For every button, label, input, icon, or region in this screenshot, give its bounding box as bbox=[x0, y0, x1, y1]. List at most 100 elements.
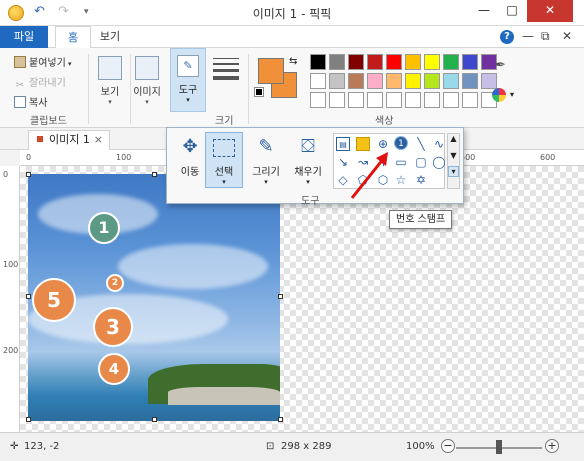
color-swatch[interactable] bbox=[424, 92, 440, 108]
color-swatch[interactable] bbox=[424, 54, 440, 70]
color-swatch[interactable] bbox=[443, 73, 459, 89]
copy-button[interactable]: 복사 bbox=[14, 94, 47, 109]
speech-bubble-icon[interactable]: ◯ bbox=[432, 155, 446, 169]
resize-handle[interactable] bbox=[152, 417, 157, 422]
clipboard-icon bbox=[14, 56, 26, 68]
color-swatch[interactable] bbox=[462, 92, 478, 108]
color-picker-wheel-icon[interactable] bbox=[492, 88, 506, 102]
resize-handle[interactable] bbox=[26, 417, 31, 422]
gallery-expand-icon[interactable]: ▾ bbox=[448, 166, 459, 177]
color-swatch[interactable] bbox=[367, 92, 383, 108]
select-tool-button[interactable]: 선택 ▾ bbox=[205, 132, 243, 188]
line-icon[interactable]: ╲ bbox=[414, 137, 428, 151]
resize-handle[interactable] bbox=[278, 417, 283, 422]
swap-colors-icon[interactable]: ⇆ bbox=[289, 56, 297, 67]
color-swatch[interactable] bbox=[310, 54, 326, 70]
tab-file[interactable]: 파일 bbox=[0, 26, 48, 48]
close-button[interactable]: ✕ bbox=[527, 0, 573, 22]
move-tool-button[interactable]: ✥ 이동 bbox=[171, 132, 209, 188]
image-button[interactable]: 이미지 ▾ bbox=[130, 54, 164, 110]
maximize-button[interactable]: □ bbox=[498, 0, 526, 22]
line-width-icon bbox=[213, 76, 239, 80]
size-button[interactable] bbox=[210, 52, 242, 110]
color-swatch[interactable] bbox=[462, 73, 478, 89]
number-stamp[interactable]: 5 bbox=[32, 278, 76, 322]
document-tab[interactable]: 이미지 1 × bbox=[28, 130, 110, 150]
color-swatch[interactable] bbox=[462, 54, 478, 70]
color-swatch[interactable] bbox=[405, 92, 421, 108]
color-swatch[interactable] bbox=[329, 73, 345, 89]
resize-handle[interactable] bbox=[26, 172, 31, 177]
color-swatch[interactable] bbox=[348, 73, 364, 89]
resize-handle[interactable] bbox=[152, 172, 157, 177]
tools-button[interactable]: ✎ 도구 ▾ bbox=[170, 48, 206, 112]
star-burst-icon[interactable]: ✡ bbox=[414, 173, 428, 187]
shapes-scrollbar[interactable]: ▲ ▼ ▾ bbox=[447, 133, 460, 189]
ruler-tick: 100 bbox=[3, 260, 19, 269]
color-swatch[interactable] bbox=[386, 92, 402, 108]
brush-icon: ✎ bbox=[258, 136, 274, 157]
eyedropper-icon[interactable]: ✒ bbox=[495, 58, 506, 73]
scroll-up-icon[interactable]: ▲ bbox=[448, 134, 459, 143]
rounded-rect-icon[interactable]: ▢ bbox=[414, 155, 428, 169]
color-swatch[interactable] bbox=[405, 73, 421, 89]
color-swatch[interactable] bbox=[329, 54, 345, 70]
chevron-down-icon: ▾ bbox=[264, 178, 268, 186]
color-swatch[interactable] bbox=[443, 92, 459, 108]
cut-button[interactable]: ✂ 잘라내기 bbox=[14, 74, 66, 92]
view-image-icon bbox=[98, 56, 122, 80]
view-button[interactable]: 보기 ▾ bbox=[92, 54, 128, 110]
color-swatch[interactable] bbox=[367, 54, 383, 70]
tools-group-label: 도구 bbox=[301, 196, 320, 207]
color-swatch[interactable] bbox=[386, 73, 402, 89]
zoom-slider-thumb[interactable] bbox=[496, 440, 502, 454]
color-swatch[interactable] bbox=[310, 73, 326, 89]
chevron-down-icon[interactable]: ▾ bbox=[510, 90, 514, 99]
color-swatch[interactable] bbox=[481, 73, 497, 89]
color-swatch[interactable] bbox=[386, 54, 402, 70]
number-stamp[interactable]: 3 bbox=[93, 307, 133, 347]
number-stamp[interactable]: 4 bbox=[98, 353, 130, 385]
ribbon-minimize-button[interactable]: — bbox=[522, 29, 534, 43]
chevron-down-icon: ▾ bbox=[222, 178, 226, 186]
ribbon-close-button[interactable]: ✕ bbox=[562, 29, 572, 43]
number-stamp[interactable]: 1 bbox=[88, 212, 120, 244]
ruler-tick: 0 bbox=[26, 153, 32, 162]
minimize-button[interactable]: — bbox=[470, 0, 498, 22]
color-swatch[interactable] bbox=[405, 54, 421, 70]
draw-tool-button[interactable]: ✎ 그리기 ▾ bbox=[247, 132, 285, 188]
image-size: 298 x 289 bbox=[281, 441, 332, 452]
tab-home[interactable]: 홈 bbox=[55, 26, 91, 49]
scissors-icon: ✂ bbox=[15, 80, 25, 91]
color-swatch[interactable] bbox=[329, 92, 345, 108]
zoom-out-button[interactable]: − bbox=[441, 439, 455, 453]
curve-icon[interactable]: ∿ bbox=[432, 137, 446, 151]
zoom-in-button[interactable]: + bbox=[545, 439, 559, 453]
paste-button[interactable]: 붙여넣기 ▾ bbox=[14, 54, 72, 69]
island-rocks bbox=[168, 387, 280, 405]
move-arrows-icon: ✥ bbox=[182, 136, 198, 157]
ribbon-tabs: 파일 홈 보기 ? — ⧉ ✕ bbox=[0, 26, 584, 49]
color-swatch[interactable] bbox=[348, 92, 364, 108]
fill-tool-button[interactable]: ⛋ 채우기 ▾ bbox=[289, 132, 327, 188]
color-swatch[interactable] bbox=[310, 92, 326, 108]
help-icon[interactable]: ? bbox=[500, 30, 514, 44]
ribbon-restore-button[interactable]: ⧉ bbox=[541, 29, 550, 44]
color-swatch[interactable] bbox=[367, 73, 383, 89]
chevron-down-icon: ▾ bbox=[306, 178, 310, 186]
image-icon bbox=[135, 56, 159, 80]
primary-color-swatch[interactable] bbox=[258, 58, 284, 84]
scroll-down-icon[interactable]: ▼ bbox=[448, 151, 459, 160]
reset-colors-icon[interactable] bbox=[254, 87, 264, 97]
color-swatch[interactable] bbox=[424, 73, 440, 89]
view-button-label: 보기 bbox=[100, 87, 120, 98]
color-swatch[interactable] bbox=[348, 54, 364, 70]
number-stamp[interactable]: 2 bbox=[106, 274, 124, 292]
color-swatch[interactable] bbox=[443, 54, 459, 70]
document-close-icon[interactable]: × bbox=[94, 131, 103, 149]
resize-handle[interactable] bbox=[278, 294, 283, 299]
resize-handle[interactable] bbox=[26, 294, 31, 299]
tab-view[interactable]: 보기 bbox=[93, 26, 127, 48]
tools-dropdown: ✥ 이동 선택 ▾ ✎ 그리기 ▾ ⛋ 채우기 ▾ 도구 ▤ ⊕ 1 ╲ ∿ ↘… bbox=[166, 127, 464, 207]
chevron-down-icon: ▾ bbox=[108, 98, 112, 106]
